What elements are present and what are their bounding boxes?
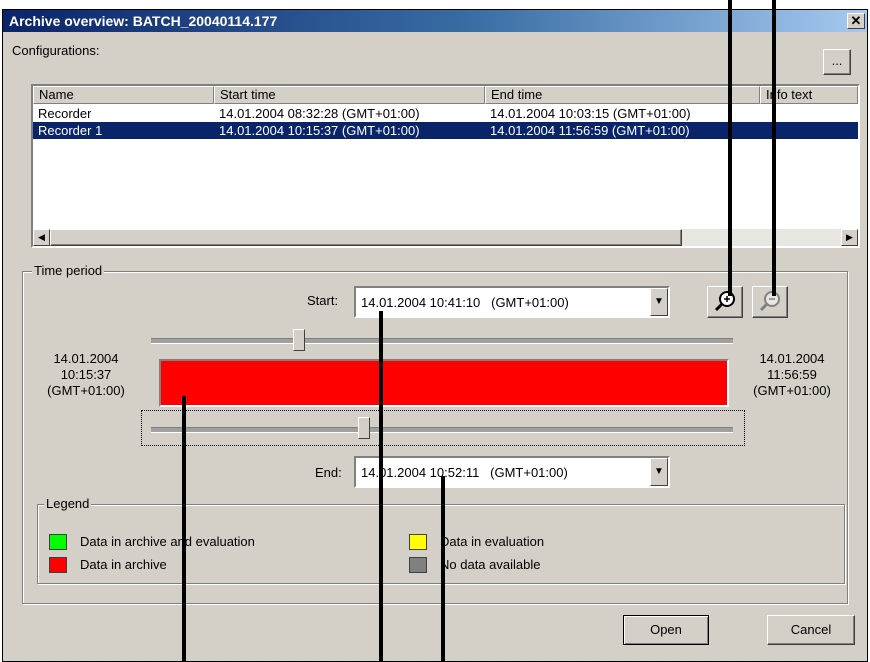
- close-button[interactable]: ✕: [847, 13, 865, 29]
- cancel-button[interactable]: Cancel: [767, 615, 855, 645]
- range-end-tz: (GMT+01:00): [753, 383, 831, 398]
- legend-item-label: Data in archive: [80, 557, 167, 572]
- end-time-value: 14.01.2004 10:52:11 (GMT+01:00): [361, 465, 568, 480]
- archive-overview-dialog: Archive overview: BATCH_20040114.177 ✕ C…: [2, 9, 868, 662]
- end-time-combobox[interactable]: 14.01.2004 10:52:11 (GMT+01:00) ▼: [354, 456, 670, 488]
- legend-item-label: Data in evaluation: [440, 534, 545, 549]
- range-start-time: 10:15:37: [60, 367, 112, 382]
- dialog-title: Archive overview: BATCH_20040114.177: [9, 13, 278, 29]
- time-period-label: Time period: [32, 263, 105, 278]
- callout-line-end-combo: [441, 476, 445, 662]
- row-name: Recorder 1: [38, 123, 103, 138]
- end-slider-thumb[interactable]: [358, 417, 370, 439]
- column-header-name[interactable]: Name: [33, 86, 214, 104]
- range-end-label: 14.01.2004 11:56:59 (GMT+01:00): [737, 351, 847, 399]
- start-time-combobox[interactable]: 14.01.2004 10:41:10 (GMT+01:00) ▼: [354, 286, 670, 318]
- legend-item-label: No data available: [440, 557, 541, 572]
- range-start-label: 14.01.2004 10:15:37 (GMT+01:00): [31, 351, 141, 399]
- configurations-label: Configurations:: [12, 43, 100, 58]
- horizontal-scrollbar[interactable]: ◀ ▶: [33, 229, 858, 246]
- callout-line-zoom-out: [772, 0, 776, 296]
- configurations-list[interactable]: Name Start time End time Info text Recor…: [31, 84, 860, 248]
- zoom-in-icon: [714, 291, 735, 312]
- scrollbar-thumb[interactable]: [50, 229, 682, 246]
- zoom-out-button[interactable]: [752, 286, 788, 318]
- title-bar: Archive overview: BATCH_20040114.177 ✕: [3, 10, 867, 32]
- zoom-in-button[interactable]: [707, 286, 743, 318]
- end-label: End:: [315, 465, 342, 480]
- legend-swatch-evaluation: [409, 534, 427, 550]
- end-dropdown-arrow-icon[interactable]: ▼: [650, 458, 668, 486]
- scroll-left-button[interactable]: ◀: [33, 229, 50, 246]
- zoom-out-icon: [759, 291, 780, 312]
- row-end-time: 14.01.2004 10:03:15 (GMT+01:00): [490, 106, 691, 121]
- range-end-date: 14.01.2004: [759, 351, 825, 366]
- legend-swatch-archive-and-evaluation: [49, 534, 67, 550]
- legend-swatch-archive: [49, 557, 67, 573]
- column-header-start-time[interactable]: Start time: [214, 86, 485, 104]
- row-start-time: 14.01.2004 08:32:28 (GMT+01:00): [219, 106, 420, 121]
- range-end-time: 11:56:59: [767, 367, 817, 382]
- row-end-time: 14.01.2004 11:56:59 (GMT+01:00): [490, 123, 690, 138]
- start-label: Start:: [307, 293, 339, 308]
- row-start-time: 14.01.2004 10:15:37 (GMT+01:00): [219, 123, 420, 138]
- start-dropdown-arrow-icon[interactable]: ▼: [650, 288, 668, 316]
- callout-line-bar: [182, 396, 186, 662]
- data-availability-bar: [159, 359, 729, 407]
- legend-swatch-no-data: [409, 557, 427, 573]
- start-slider-track[interactable]: [151, 338, 733, 344]
- scroll-right-button[interactable]: ▶: [841, 229, 858, 246]
- end-slider-track[interactable]: [151, 427, 733, 433]
- browse-button[interactable]: ...: [823, 49, 851, 75]
- range-start-date: 14.01.2004: [53, 351, 119, 366]
- row-name: Recorder: [38, 106, 92, 121]
- legend-label: Legend: [44, 496, 92, 511]
- start-slider-thumb[interactable]: [293, 329, 305, 351]
- legend-item-label: Data in archive and evaluation: [80, 534, 255, 549]
- callout-line-start-combo: [379, 311, 383, 662]
- callout-line-zoom-in: [728, 0, 732, 296]
- open-button[interactable]: Open: [623, 615, 709, 645]
- range-start-tz: (GMT+01:00): [47, 383, 125, 398]
- column-header-end-time[interactable]: End time: [485, 86, 760, 104]
- start-time-value: 14.01.2004 10:41:10 (GMT+01:00): [361, 295, 569, 310]
- table-row-selected[interactable]: Recorder 1 14.01.2004 10:15:37 (GMT+01:0…: [33, 122, 858, 139]
- table-row[interactable]: Recorder 14.01.2004 08:32:28 (GMT+01:00)…: [33, 105, 858, 122]
